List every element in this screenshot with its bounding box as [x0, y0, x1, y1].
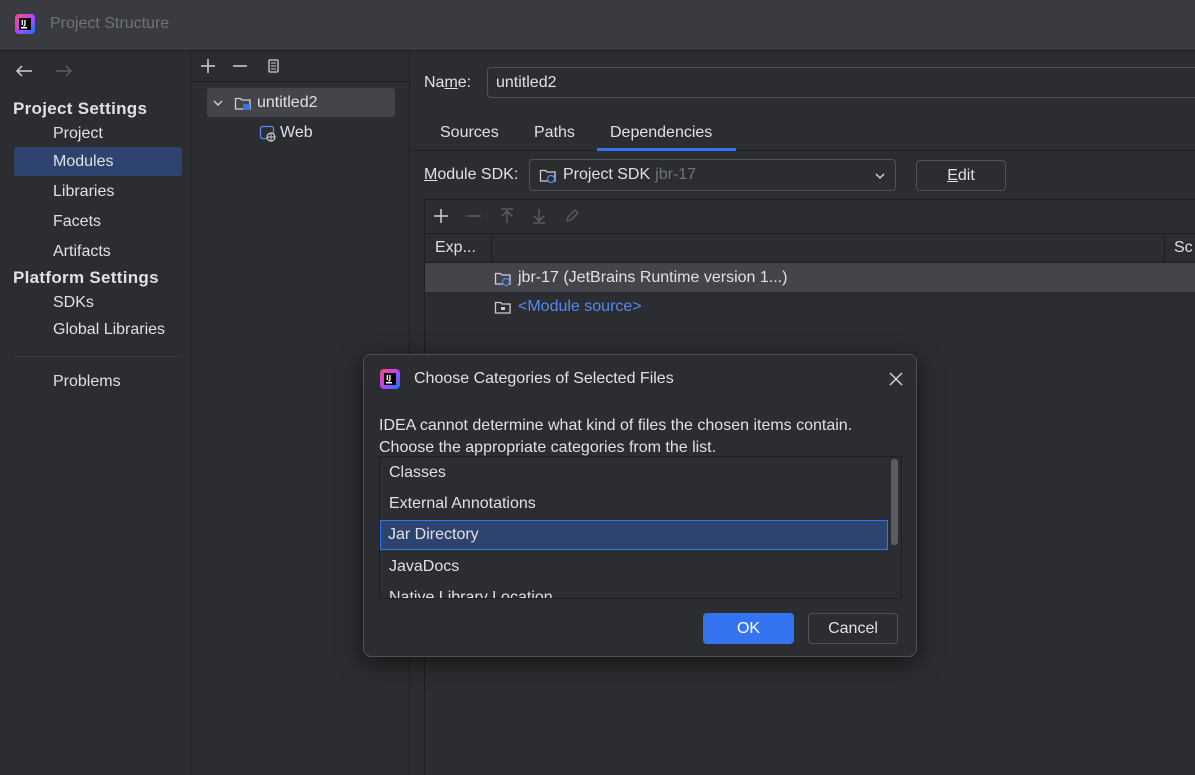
plus-icon[interactable] — [199, 57, 217, 75]
list-item-classes[interactable]: Classes — [381, 458, 889, 488]
module-name-field[interactable]: untitled2 — [487, 67, 1195, 98]
svg-text:IJ: IJ — [386, 374, 391, 382]
source-folder-icon — [494, 301, 511, 314]
plus-icon[interactable] — [432, 207, 450, 225]
module-sdk-label: Module SDK: — [424, 166, 519, 183]
nav-item-project[interactable]: Project — [14, 119, 182, 148]
tab-paths[interactable]: Paths — [534, 124, 575, 142]
close-icon[interactable] — [888, 371, 904, 387]
nav-item-facets[interactable]: Facets — [14, 207, 182, 236]
sdk-value: Project SDK — [563, 166, 651, 183]
dialog-title: Choose Categories of Selected Files — [414, 370, 674, 387]
nav-divider — [14, 356, 182, 357]
list-item-javadocs[interactable]: JavaDocs — [381, 552, 889, 582]
minus-icon[interactable] — [231, 57, 249, 75]
tree-node-web[interactable]: Web — [259, 118, 389, 147]
categories-list[interactable]: Classes External Annotations Jar Directo… — [379, 456, 902, 599]
module-folder-icon — [234, 97, 251, 110]
cancel-button[interactable]: Cancel — [808, 613, 898, 644]
scrollbar-thumb[interactable] — [891, 459, 898, 545]
nav-item-global-libraries[interactable]: Global Libraries — [14, 315, 182, 344]
title-bar: IJ Project Structure — [0, 0, 1195, 51]
dependencies-header: Exp... Sc — [425, 233, 1195, 263]
tree-node-label: untitled2 — [257, 94, 318, 111]
nav-item-sdks[interactable]: SDKs — [14, 288, 182, 317]
dialog-message: IDEA cannot determine what kind of files… — [379, 417, 853, 456]
active-tab-indicator — [597, 148, 736, 151]
arrow-left-icon[interactable] — [14, 63, 34, 79]
list-item-jar-directory[interactable]: Jar Directory — [380, 520, 888, 550]
list-item-native-library-location[interactable]: Native Library Location — [381, 583, 889, 598]
pencil-icon[interactable] — [563, 207, 581, 225]
dependency-label: jbr-17 (JetBrains Runtime version 1...) — [518, 268, 788, 286]
minus-icon[interactable] — [465, 207, 483, 225]
tab-sources[interactable]: Sources — [440, 124, 499, 142]
module-sdk-dropdown[interactable]: Project SDK jbr-17 — [529, 159, 896, 191]
sdk-version: jbr-17 — [655, 166, 697, 183]
edit-sdk-button[interactable]: Edit — [916, 160, 1006, 191]
copy-icon[interactable] — [264, 57, 282, 75]
arrow-right-icon[interactable] — [54, 63, 74, 79]
nav-item-libraries[interactable]: Libraries — [14, 177, 182, 206]
chevron-down-icon[interactable] — [212, 97, 224, 109]
name-label: Name: — [424, 74, 472, 91]
platform-settings-header: Platform Settings — [13, 268, 159, 287]
tree-toolbar — [192, 51, 410, 82]
dependencies-toolbar — [425, 200, 1195, 233]
tree-node-label: Web — [280, 124, 313, 141]
intellij-idea-logo-icon: IJ — [15, 14, 35, 34]
window-title: Project Structure — [50, 15, 170, 32]
dependency-row[interactable]: <Module source> — [425, 292, 1195, 321]
tab-dependencies[interactable]: Dependencies — [610, 124, 712, 142]
ok-button[interactable]: OK — [703, 613, 794, 644]
move-down-icon[interactable] — [530, 207, 548, 225]
tree-node-untitled2[interactable]: untitled2 — [207, 88, 395, 117]
web-facet-icon — [259, 125, 276, 142]
sdk-folder-icon — [539, 169, 556, 184]
choose-categories-dialog: IJ Choose Categories of Selected Files I… — [363, 354, 917, 657]
settings-navigation: Project Settings Project Modules Librari… — [0, 51, 191, 775]
module-tabs: Sources Paths Dependencies — [411, 115, 1195, 151]
column-export[interactable]: Exp... — [435, 239, 476, 257]
svg-text:IJ: IJ — [21, 19, 26, 27]
list-item-external-annotations[interactable]: External Annotations — [381, 489, 889, 519]
chevron-down-icon — [875, 173, 885, 179]
intellij-idea-logo-icon: IJ — [380, 369, 400, 389]
sdk-folder-icon — [494, 272, 511, 286]
nav-item-modules[interactable]: Modules — [14, 147, 182, 176]
dependency-label: <Module source> — [518, 297, 642, 315]
nav-item-artifacts[interactable]: Artifacts — [14, 237, 182, 266]
nav-item-problems[interactable]: Problems — [14, 367, 182, 396]
move-up-icon[interactable] — [498, 207, 516, 225]
column-scope[interactable]: Sc — [1174, 239, 1193, 257]
dependency-row[interactable]: jbr-17 (JetBrains Runtime version 1...) — [425, 263, 1195, 292]
project-settings-header: Project Settings — [13, 99, 148, 118]
list-scrollbar[interactable] — [889, 457, 901, 598]
